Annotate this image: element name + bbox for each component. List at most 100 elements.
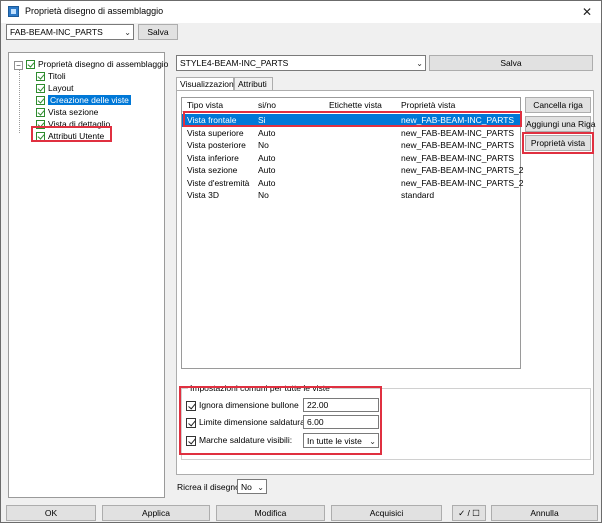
style-select-value: STYLE4-BEAM-INC_PARTS: [180, 58, 289, 68]
table-row[interactable]: Vista 3D No standard: [182, 189, 520, 202]
chevron-down-icon: ⌄: [416, 59, 423, 68]
cell-tipo: Vista superiore: [187, 127, 244, 138]
visible-welds-value: In tutte le viste: [307, 436, 362, 446]
option-label: Ignora dimensione bullone: [199, 400, 299, 410]
redraw-label: Ricrea il disegno: [177, 482, 240, 492]
tree-item-label: Vista sezione: [48, 107, 99, 117]
tree-item-attributi-utente[interactable]: Attributi Utente: [36, 130, 104, 142]
preset-select-value: FAB-BEAM-INC_PARTS: [10, 27, 103, 37]
ok-button[interactable]: OK: [6, 505, 96, 521]
tree-item-label: Creazione delle viste: [48, 95, 131, 105]
cell-sino: Auto: [258, 152, 276, 163]
view-properties-button[interactable]: Proprietà vista: [525, 135, 591, 151]
common-settings-group: Impostazioni comuni per tutte le viste I…: [181, 383, 591, 460]
cell-proprieta: new_FAB-BEAM-INC_PARTS_2: [401, 165, 524, 175]
tree-item-layout[interactable]: Layout: [36, 82, 74, 94]
tree-item-titoli[interactable]: Titoli: [36, 70, 66, 82]
preset-bar: FAB-BEAM-INC_PARTS ⌄ Salva: [1, 23, 601, 43]
cell-proprieta: new_FAB-BEAM-INC_PARTS: [401, 127, 515, 138]
delete-row-button[interactable]: Cancella riga: [525, 97, 591, 113]
tree-check-icon: [36, 84, 45, 94]
checkbox[interactable]: [186, 435, 196, 446]
chevron-down-icon: ⌄: [369, 437, 376, 446]
title-bar: Proprietà disegno di assemblaggio ✕: [1, 1, 601, 23]
tree-item-creazione-viste[interactable]: Creazione delle viste: [36, 94, 131, 106]
column-header[interactable]: Proprietà vista: [401, 99, 455, 111]
cell-sino: Auto: [258, 177, 276, 188]
table-row[interactable]: Vista posteriore No new_FAB-BEAM-INC_PAR…: [182, 139, 520, 152]
table-row[interactable]: Viste d'estremità Auto new_FAB-BEAM-INC_…: [182, 177, 524, 190]
tree-root[interactable]: − Proprietà disegno di assemblaggio: [14, 58, 168, 70]
tab-attributi[interactable]: Attributi: [234, 77, 273, 91]
cell-proprieta: new_FAB-BEAM-INC_PARTS: [401, 140, 515, 150]
tree-item-label: Titoli: [48, 71, 66, 81]
apply-button[interactable]: Applica: [102, 505, 210, 521]
redraw-select[interactable]: No ⌄: [237, 479, 267, 494]
cell-tipo: Vista frontale: [187, 115, 237, 125]
grid-header: Tipo vista si/no Etichette vista Proprie…: [182, 98, 520, 112]
group-legend: Impostazioni comuni per tutte le viste: [188, 383, 332, 394]
add-row-button[interactable]: Aggiungi una Riga: [525, 116, 595, 132]
column-header[interactable]: si/no: [258, 99, 276, 111]
preset-select[interactable]: FAB-BEAM-INC_PARTS ⌄: [6, 24, 134, 40]
visible-welds-option[interactable]: Marche saldature visibili:: [186, 433, 292, 447]
views-grid: Tipo vista si/no Etichette vista Proprie…: [181, 97, 524, 369]
cell-sino: Si: [258, 115, 266, 125]
chevron-down-icon: ⌄: [257, 483, 264, 492]
cell-tipo: Vista inferiore: [187, 152, 239, 163]
footer-bar: OK Applica Modifica Acquisici ✓ / ☐ Annu…: [1, 505, 601, 523]
cell-sino: Auto: [258, 127, 276, 138]
table-row[interactable]: Vista sezione Auto new_FAB-BEAM-INC_PART…: [182, 164, 524, 177]
tree-check-icon: [36, 120, 45, 130]
column-header[interactable]: Tipo vista: [187, 99, 223, 111]
tree-item-label: Vista di dettaglio: [48, 119, 111, 129]
settings-tree: − Proprietà disegno di assemblaggio Titol…: [8, 52, 168, 498]
table-row[interactable]: Vista inferiore Auto new_FAB-BEAM-INC_PA…: [182, 152, 520, 165]
style-select[interactable]: STYLE4-BEAM-INC_PARTS ⌄: [176, 55, 426, 71]
acquire-button[interactable]: Acquisici: [331, 505, 442, 521]
option-label: Marche saldature visibili:: [199, 435, 293, 445]
preset-save-button[interactable]: Salva: [138, 24, 178, 40]
style-save-button[interactable]: Salva: [429, 55, 593, 71]
checkbox[interactable]: [186, 417, 196, 428]
table-row[interactable]: Vista superiore Auto new_FAB-BEAM-INC_PA…: [182, 127, 520, 140]
visualizzazioni-page: Tipo vista si/no Etichette vista Proprie…: [176, 90, 595, 475]
cancel-button[interactable]: Annulla: [491, 505, 598, 521]
column-header[interactable]: Etichette vista: [329, 99, 382, 111]
tree-check-icon: [36, 132, 45, 142]
tree-item-label: Layout: [48, 83, 74, 93]
cell-proprieta: new_FAB-BEAM-INC_PARTS_2: [401, 177, 524, 188]
cell-tipo: Vista sezione: [187, 165, 238, 175]
tree-root-label: Proprietà disegno di assemblaggio: [38, 59, 169, 69]
visible-welds-select[interactable]: In tutte le viste ⌄: [303, 433, 379, 448]
cell-tipo: Viste d'estremità: [187, 177, 250, 188]
dialog-window: Proprietà disegno di assemblaggio ✕ FAB-…: [0, 0, 602, 523]
chevron-down-icon: ⌄: [124, 28, 131, 37]
redraw-value: No: [241, 482, 252, 492]
cell-sino: No: [258, 190, 269, 200]
cell-sino: No: [258, 140, 269, 150]
ignore-bolt-dim-option[interactable]: Ignora dimensione bullone: [186, 398, 299, 412]
tree-line: [19, 67, 20, 133]
cell-proprieta: new_FAB-BEAM-INC_PARTS: [401, 152, 515, 163]
tree-item-vista-dettaglio[interactable]: Vista di dettaglio: [36, 118, 110, 130]
cell-proprieta: new_FAB-BEAM-INC_PARTS: [401, 115, 515, 125]
view-settings-panel: STYLE4-BEAM-INC_PARTS ⌄ Salva Visualizza…: [173, 52, 597, 498]
tree-item-label: Attributi Utente: [48, 131, 105, 141]
cell-sino: Auto: [258, 165, 276, 175]
toggle-all-button[interactable]: ✓ / ☐: [452, 505, 486, 521]
checkbox[interactable]: [186, 400, 196, 411]
modify-button[interactable]: Modifica: [216, 505, 325, 521]
cell-tipo: Vista 3D: [187, 190, 219, 200]
window-title: Proprietà disegno di assemblaggio: [25, 6, 164, 16]
weld-limit-input[interactable]: 6.00: [303, 415, 379, 429]
weld-limit-option[interactable]: Limite dimensione saldatura: [186, 415, 305, 429]
table-row[interactable]: Vista frontale Si new_FAB-BEAM-INC_PARTS: [182, 114, 520, 127]
bolt-dim-input[interactable]: 22.00: [303, 398, 379, 412]
collapse-icon[interactable]: −: [14, 61, 23, 70]
close-icon[interactable]: ✕: [577, 3, 597, 21]
tree-item-vista-sezione[interactable]: Vista sezione: [36, 106, 98, 118]
app-icon: [8, 6, 19, 17]
cell-proprieta: standard: [401, 190, 435, 200]
tree-check-icon: [36, 96, 45, 106]
